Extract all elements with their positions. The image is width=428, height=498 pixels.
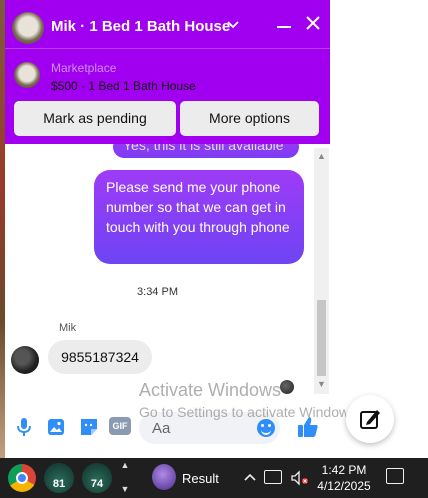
compose-icon — [360, 410, 380, 429]
chevron-up-icon[interactable]: ▲ — [120, 460, 130, 470]
scroll-up-arrow-icon[interactable]: ▲ — [314, 150, 329, 162]
gauge-app-icon[interactable]: 74 — [82, 463, 112, 493]
message-input-placeholder: Aa — [152, 420, 171, 437]
clock-date: 4/12/2025 — [317, 479, 371, 493]
emoji-icon[interactable] — [257, 419, 275, 437]
more-options-button[interactable]: More options — [180, 101, 319, 136]
clock-time: 1:42 PM — [321, 463, 367, 477]
marketplace-label: Marketplace — [51, 61, 117, 75]
message-scrollbar[interactable]: ▲ ▼ — [314, 148, 329, 394]
message-list: Yes, this it is still available Please s… — [5, 144, 330, 400]
header-divider — [5, 48, 330, 49]
chrome-icon[interactable] — [8, 464, 36, 492]
activate-windows-subtext: Go to Settings to activate Windows. — [139, 404, 360, 420]
microphone-icon[interactable] — [13, 416, 35, 438]
gauge-value: 81 — [52, 478, 66, 490]
activate-windows-watermark: Activate Windows — [139, 380, 282, 400]
clock[interactable]: 1:42 PM 4/12/2025 — [314, 462, 374, 494]
contact-avatar[interactable] — [12, 12, 44, 44]
scrollbar-thumb[interactable] — [317, 300, 326, 376]
chevron-down-icon[interactable] — [227, 17, 239, 32]
sender-avatar[interactable] — [11, 346, 39, 374]
scroll-down-arrow-icon[interactable]: ▼ — [314, 378, 329, 390]
photo-icon[interactable] — [45, 416, 67, 438]
volume-muted-icon[interactable] — [290, 470, 310, 489]
outgoing-message-bubble: Please send me your phone number so that… — [94, 170, 304, 264]
result-app-label[interactable]: Result — [182, 471, 219, 486]
windows-taskbar: 81 74 ▲ ▼ Result 1:42 PM 4/12/2025 — [0, 458, 428, 498]
chat-title[interactable]: Mik · 1 Bed 1 Bath House — [51, 18, 230, 35]
listing-thumbnail[interactable] — [14, 62, 40, 88]
incoming-message-bubble: 9855187324 — [48, 340, 152, 374]
listing-title[interactable]: $500 · 1 Bed 1 Bath House — [51, 79, 196, 93]
chat-header: Mik · 1 Bed 1 Bath House Marketplace $50… — [5, 0, 330, 144]
result-app-icon[interactable] — [152, 464, 176, 490]
seen-indicator-avatar — [280, 380, 294, 394]
chevron-down-icon[interactable]: ▼ — [120, 484, 130, 494]
gauge-value: 74 — [90, 478, 104, 490]
outgoing-message-bubble: Yes, this it is still available — [113, 144, 299, 158]
sender-name: Mik — [59, 322, 77, 334]
close-icon[interactable] — [303, 14, 323, 34]
new-message-button[interactable] — [346, 395, 394, 443]
sticker-icon[interactable] — [78, 416, 100, 438]
show-hidden-icons-icon[interactable] — [244, 470, 256, 485]
gauge-app-icon[interactable]: 81 — [44, 463, 74, 493]
gif-icon[interactable]: GIF — [109, 417, 131, 435]
notification-icon[interactable] — [386, 468, 404, 484]
network-icon[interactable] — [264, 470, 282, 484]
page-background — [330, 0, 428, 458]
mark-as-pending-button[interactable]: Mark as pending — [14, 101, 176, 136]
message-timestamp: 3:34 PM — [137, 286, 178, 298]
minimize-icon[interactable] — [275, 14, 293, 34]
